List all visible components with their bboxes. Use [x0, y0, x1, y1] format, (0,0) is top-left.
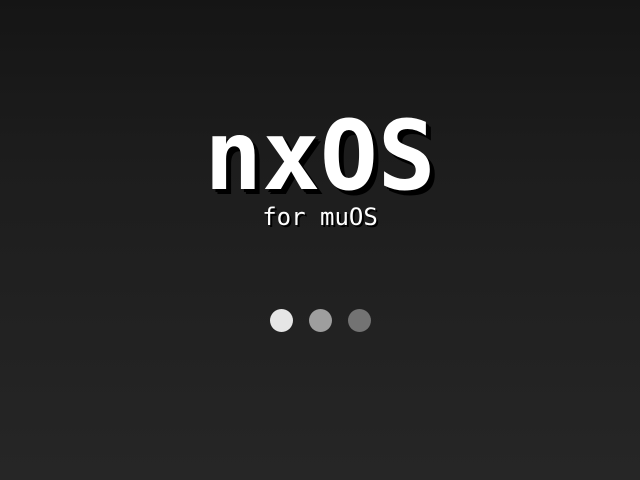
loading-dot-2 [308, 308, 332, 332]
os-logo-subtitle: for muOS [262, 203, 378, 231]
loading-dot-3 [347, 308, 371, 332]
loading-dot-1 [269, 308, 293, 332]
boot-splash-screen: nxOS for muOS [0, 0, 640, 480]
loading-indicator [0, 308, 640, 332]
os-logo-title: nxOS [204, 100, 436, 212]
